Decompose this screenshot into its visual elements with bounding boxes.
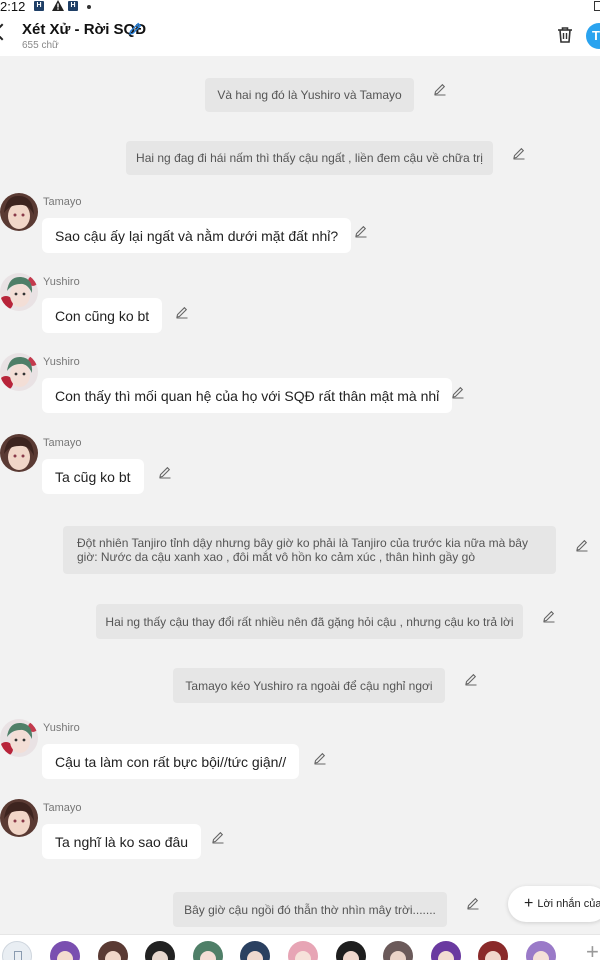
edit-pencil-icon[interactable] bbox=[512, 146, 526, 160]
narration-text: Đột nhiên Tanjiro tỉnh dậy nhưng bây giờ… bbox=[77, 536, 528, 564]
edit-pencil-icon[interactable] bbox=[313, 751, 327, 765]
speaker-name: Yushiro bbox=[43, 356, 80, 368]
narration-block[interactable]: Đột nhiên Tanjiro tỉnh dậy nhưng bây giờ… bbox=[63, 526, 556, 574]
character-avatar[interactable] bbox=[98, 941, 128, 960]
narration-text: Bây giờ cậu ngồi đó thẫn thờ nhìn mây tr… bbox=[184, 902, 436, 917]
speaker-name: Tamayo bbox=[43, 196, 82, 208]
user-avatar-button[interactable]: T bbox=[586, 23, 600, 49]
narration-text: Và hai ng đó là Yushiro và Tamayo bbox=[217, 88, 402, 102]
tamayo-avatar bbox=[0, 193, 38, 231]
edit-pencil-icon[interactable] bbox=[542, 609, 556, 623]
add-character-plus-icon[interactable]: + bbox=[586, 939, 599, 960]
message-text: Ta cũg ko bt bbox=[55, 468, 131, 485]
message-bubble[interactable]: Cậu ta làm con rất bực bội//tức giận// bbox=[42, 744, 300, 779]
narration-block[interactable]: Hai ng thấy cậu thay đổi rất nhiều nên đ… bbox=[96, 604, 523, 639]
notification-icon: H bbox=[34, 1, 44, 11]
edit-title-pencil-icon[interactable] bbox=[127, 21, 143, 37]
speaker-name: Yushiro bbox=[43, 276, 80, 288]
message-bubble[interactable]: Sao cậu ấy lại ngất và nằm dưới mặt đất … bbox=[42, 218, 352, 253]
narration-block[interactable]: Tamayo kéo Yushiro ra ngoài để cậu nghỉ … bbox=[173, 668, 445, 703]
top-app-bar: Xét Xử - Rời SQĐ 655 chữ T bbox=[0, 14, 600, 56]
message-text: Con cũng ko bt bbox=[55, 307, 150, 324]
warning-icon bbox=[52, 0, 64, 11]
notification-icon: H bbox=[68, 1, 78, 11]
trash-icon[interactable] bbox=[555, 25, 575, 45]
narration-block[interactable]: Bây giờ cậu ngồi đó thẫn thờ nhìn mây tr… bbox=[173, 892, 447, 927]
message-text: Ta nghĩ là ko sao đâu bbox=[55, 833, 189, 850]
tamayo-avatar bbox=[0, 799, 38, 837]
edit-pencil-icon[interactable] bbox=[464, 672, 478, 686]
speaker-name: Tamayo bbox=[43, 802, 82, 814]
status-time: 2:12 bbox=[0, 0, 26, 14]
speaker-name: Yushiro bbox=[43, 722, 80, 734]
add-message-label: Lời nhắn của bbox=[537, 898, 600, 910]
status-bar: 2:12 H H bbox=[0, 0, 600, 14]
message-text: Sao cậu ấy lại ngất và nằm dưới mặt đất … bbox=[55, 227, 339, 244]
narration-block[interactable]: Hai ng đag đi hái nấm thì thấy cậu ngất … bbox=[126, 141, 493, 175]
more-notifications-icon bbox=[87, 5, 91, 9]
battery-icon bbox=[594, 1, 600, 11]
narration-mode-icon[interactable] bbox=[2, 941, 32, 960]
message-text: Con thấy thì mối quan hệ của họ với SQĐ … bbox=[55, 387, 440, 404]
message-bubble[interactable]: Ta nghĩ là ko sao đâu bbox=[42, 824, 202, 859]
edit-pencil-icon[interactable] bbox=[158, 465, 172, 479]
edit-pencil-icon[interactable] bbox=[575, 538, 589, 552]
character-picker-bar: + bbox=[0, 934, 600, 960]
character-avatar[interactable] bbox=[50, 941, 80, 960]
edit-pencil-icon[interactable] bbox=[433, 82, 447, 96]
edit-pencil-icon[interactable] bbox=[451, 385, 465, 399]
narration-block[interactable]: Và hai ng đó là Yushiro và Tamayo bbox=[205, 78, 414, 112]
plus-icon: + bbox=[524, 895, 534, 912]
add-message-button[interactable]: + Lời nhắn của bbox=[508, 886, 600, 922]
edit-pencil-icon[interactable] bbox=[354, 224, 368, 238]
character-avatar[interactable] bbox=[383, 941, 413, 960]
message-bubble[interactable]: Con thấy thì mối quan hệ của họ với SQĐ … bbox=[42, 378, 453, 413]
edit-pencil-icon[interactable] bbox=[211, 830, 225, 844]
yushiro-avatar bbox=[0, 273, 38, 311]
character-avatar[interactable] bbox=[288, 941, 318, 960]
character-avatar[interactable] bbox=[526, 941, 556, 960]
narration-text: Tamayo kéo Yushiro ra ngoài để cậu nghỉ … bbox=[185, 678, 433, 693]
tamayo-avatar bbox=[0, 434, 38, 472]
edit-pencil-icon[interactable] bbox=[466, 896, 480, 910]
back-chevron-icon[interactable] bbox=[0, 23, 11, 41]
character-avatar[interactable] bbox=[336, 941, 366, 960]
character-avatar[interactable] bbox=[478, 941, 508, 960]
character-avatar[interactable] bbox=[240, 941, 270, 960]
yushiro-avatar bbox=[0, 353, 38, 391]
edit-pencil-icon[interactable] bbox=[175, 305, 189, 319]
narration-text: Hai ng đag đi hái nấm thì thấy cậu ngất … bbox=[136, 151, 483, 165]
character-avatar[interactable] bbox=[193, 941, 223, 960]
character-avatar[interactable] bbox=[145, 941, 175, 960]
message-text: Cậu ta làm con rất bực bội//tức giận// bbox=[55, 753, 287, 770]
character-avatar[interactable] bbox=[431, 941, 461, 960]
speaker-name: Tamayo bbox=[43, 437, 82, 449]
narration-text: Hai ng thấy cậu thay đổi rất nhiều nên đ… bbox=[105, 614, 514, 629]
message-bubble[interactable]: Con cũng ko bt bbox=[42, 298, 163, 333]
message-bubble[interactable]: Ta cũg ko bt bbox=[42, 459, 144, 494]
yushiro-avatar bbox=[0, 719, 38, 757]
word-count: 655 chữ bbox=[22, 40, 59, 51]
